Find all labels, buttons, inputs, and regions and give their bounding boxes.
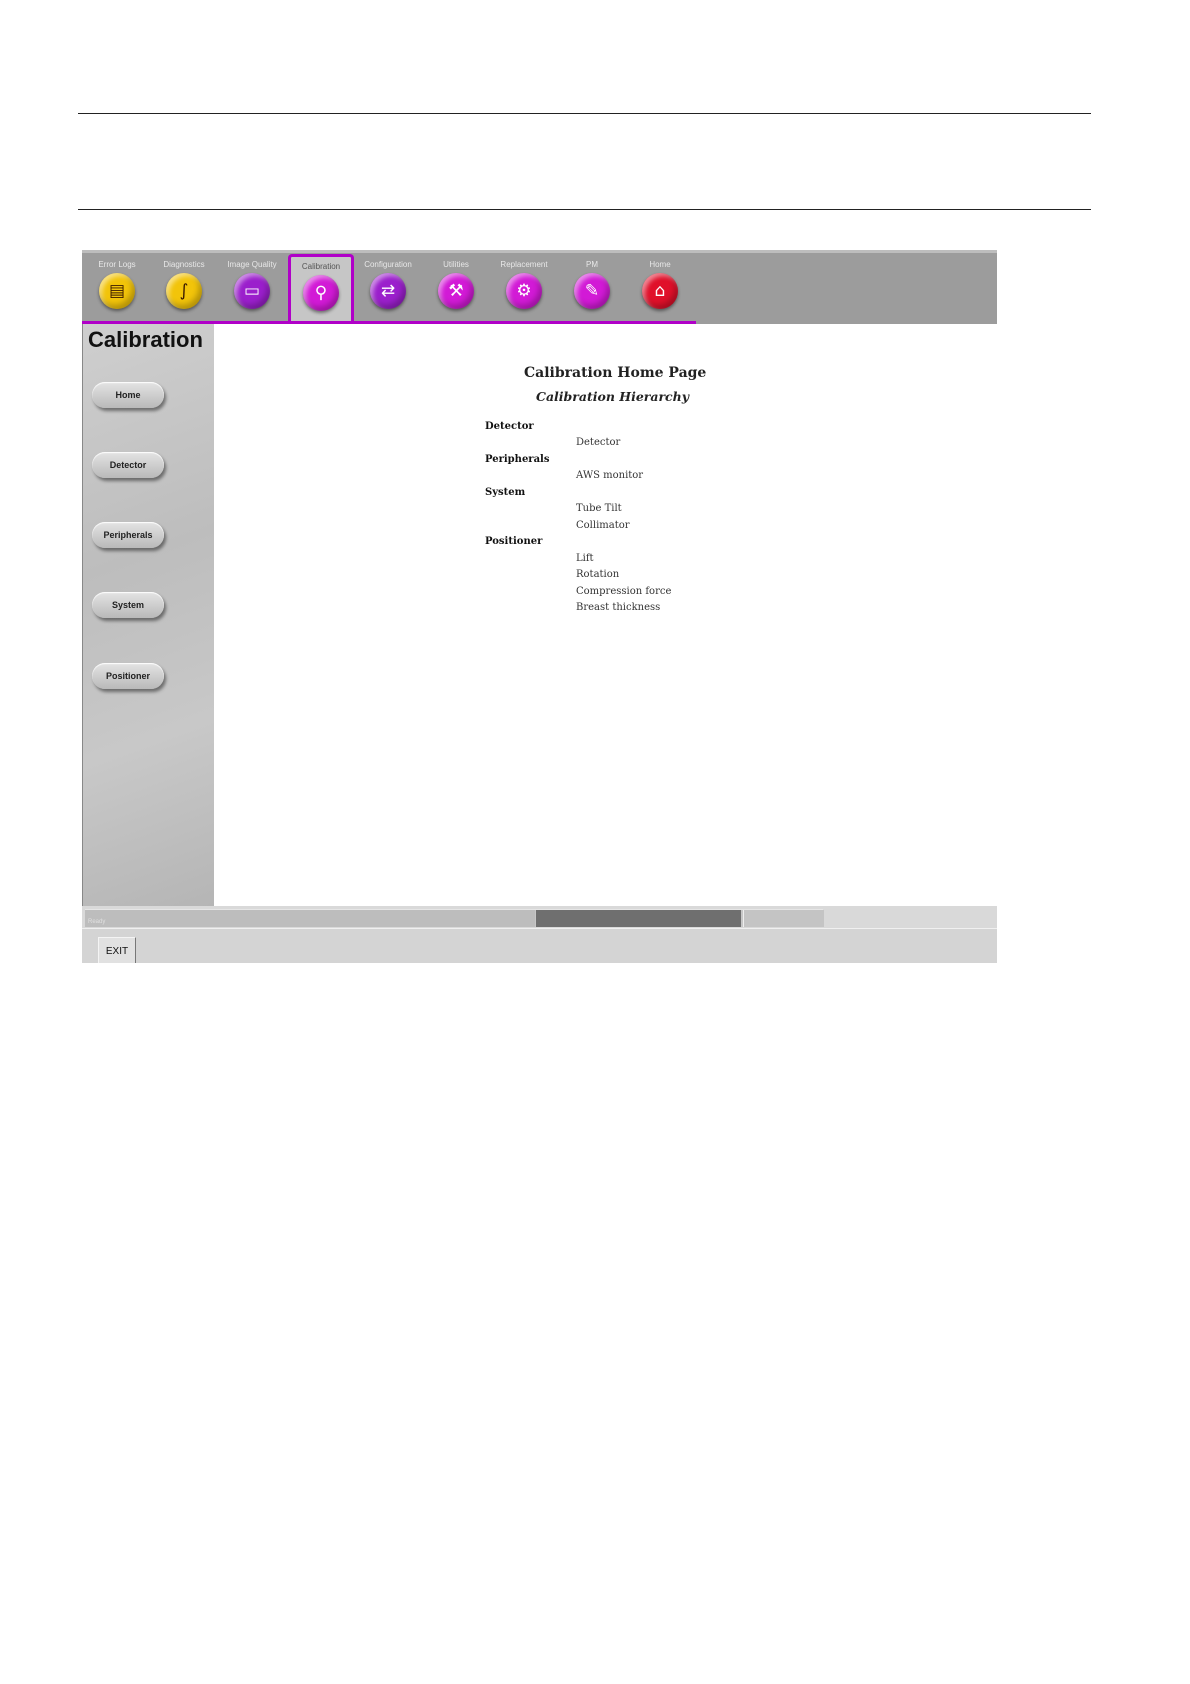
sidebar-detector-button[interactable]: Detector — [92, 452, 164, 478]
toolbar-item-label: Error Logs — [98, 260, 136, 269]
toolbar-item-calibration[interactable]: Calibration ⚲ — [288, 254, 354, 324]
stethoscope-icon: ∫ — [166, 273, 202, 309]
hierarchy-item-rotation[interactable]: Rotation — [576, 569, 619, 580]
toolbar-item-label: Calibration — [301, 262, 341, 271]
sidebar-positioner-button[interactable]: Positioner — [92, 663, 164, 689]
hierarchy-item-breast-thickness[interactable]: Breast thickness — [576, 602, 660, 613]
toolbar-item-label: Diagnostics — [163, 260, 205, 269]
hierarchy-category-system: System — [485, 487, 526, 498]
replacement-icon: ⚙ — [506, 273, 542, 309]
page-title: Calibration Home Page — [524, 365, 707, 381]
hierarchy-item-collimator[interactable]: Collimator — [576, 520, 630, 531]
sidebar-system-button[interactable]: System — [92, 592, 164, 618]
hierarchy-item-tube-tilt[interactable]: Tube Tilt — [576, 503, 622, 514]
sidebar-home-button[interactable]: Home — [92, 382, 164, 408]
sidebar: Calibration Home Detector Peripherals Sy… — [82, 324, 215, 906]
calibration-icon: ⚲ — [303, 275, 339, 311]
utilities-icon: ⚒ — [438, 273, 474, 309]
header-rule-top — [78, 113, 1091, 114]
hierarchy-category-positioner: Positioner — [485, 536, 543, 547]
toolbar-item-pm[interactable]: PM ✎ — [559, 253, 625, 321]
hierarchy-item-detector[interactable]: Detector — [576, 437, 620, 448]
toolbar-item-error-logs[interactable]: Error Logs ▤ — [84, 253, 150, 321]
pm-icon: ✎ — [574, 273, 610, 309]
hierarchy-item-aws-monitor[interactable]: AWS monitor — [576, 470, 643, 481]
status-progress-segment — [536, 910, 741, 927]
configuration-icon: ⇄ — [370, 273, 406, 309]
top-toolbar: Error Logs ▤ Diagnostics ∫ Image Quality… — [82, 250, 997, 327]
status-extra-segment — [743, 910, 824, 927]
status-text-segment: Ready — [85, 910, 535, 927]
header-rule-bottom — [78, 209, 1091, 210]
toolbar-item-replacement[interactable]: Replacement ⚙ — [491, 253, 557, 321]
toolbar-item-label: Utilities — [443, 260, 469, 269]
home-icon: ⌂ — [642, 273, 678, 309]
hierarchy-category-detector: Detector — [485, 421, 534, 432]
toolbar-item-label: Replacement — [500, 260, 548, 269]
hierarchy-item-compression-force[interactable]: Compression force — [576, 586, 671, 597]
main-content: Calibration Home Page Calibration Hierar… — [214, 324, 997, 906]
toolbar-item-home[interactable]: Home ⌂ — [627, 253, 693, 321]
toolbar-item-label: PM — [586, 260, 598, 269]
toolbar-item-image-quality[interactable]: Image Quality ▭ — [219, 253, 285, 321]
page-subtitle: Calibration Hierarchy — [536, 389, 690, 404]
toolbar-item-label: Home — [649, 260, 671, 269]
bottom-bar: EXIT — [82, 928, 997, 963]
sidebar-title: Calibration — [88, 327, 203, 352]
toolbar-item-label: Configuration — [364, 260, 412, 269]
toolbar-item-diagnostics[interactable]: Diagnostics ∫ — [151, 253, 217, 321]
service-application-window: Error Logs ▤ Diagnostics ∫ Image Quality… — [82, 250, 997, 963]
toolbar-item-configuration[interactable]: Configuration ⇄ — [355, 253, 421, 321]
sidebar-peripherals-button[interactable]: Peripherals — [92, 522, 164, 548]
status-bar: Ready — [85, 909, 824, 927]
logbook-icon: ▤ — [99, 273, 135, 309]
status-text: Ready — [88, 919, 106, 925]
exit-button[interactable]: EXIT — [98, 937, 136, 963]
toolbar-item-utilities[interactable]: Utilities ⚒ — [423, 253, 489, 321]
toolbar-item-label: Image Quality — [227, 260, 277, 269]
hierarchy-item-lift[interactable]: Lift — [576, 553, 594, 564]
monitor-icon: ▭ — [234, 273, 270, 309]
hierarchy-category-peripherals: Peripherals — [485, 454, 550, 465]
